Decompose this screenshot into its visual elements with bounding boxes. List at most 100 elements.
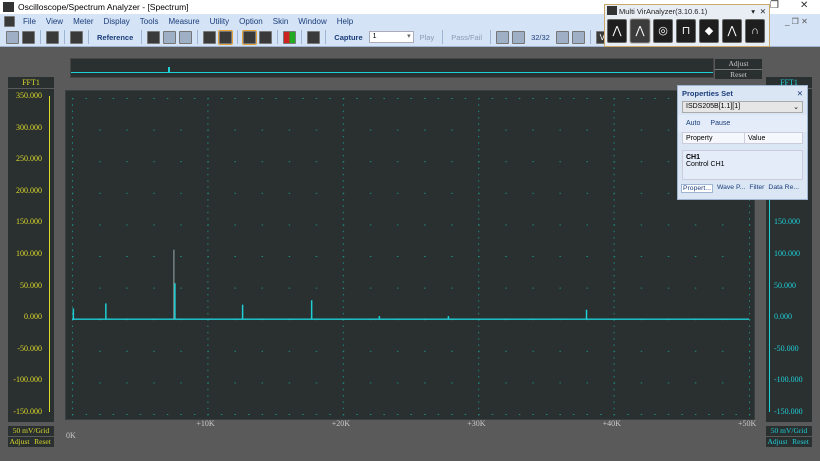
close-icon[interactable]: ✕ — [797, 89, 803, 98]
device-select[interactable]: ISDS205B[1.1][1] ⌄ — [682, 101, 803, 113]
play-button[interactable]: Play — [420, 33, 435, 42]
grid-dot — [180, 161, 182, 163]
grid-dot — [342, 237, 344, 239]
hammer-icon[interactable] — [46, 30, 59, 44]
grid-dot — [532, 256, 534, 257]
grid-dot — [613, 344, 615, 346]
save-icon[interactable] — [22, 30, 35, 44]
tab-2[interactable]: Filter — [749, 184, 764, 193]
left-y-axis[interactable]: 350.000 300.000 250.000 200.000 150.000 100.0… — [8, 89, 54, 422]
first-frame-icon[interactable] — [496, 30, 510, 44]
grid-dot — [72, 293, 73, 296]
grid-dot — [749, 401, 750, 403]
grid-dot — [667, 350, 670, 352]
grid-dot — [721, 350, 724, 352]
menu-window[interactable]: Window — [298, 17, 326, 26]
dropdown-icon[interactable]: ▾ — [751, 7, 755, 16]
grid-dot — [342, 224, 344, 226]
menu-option[interactable]: Option — [239, 17, 263, 26]
grid-dot — [207, 350, 209, 353]
grid-dot — [234, 414, 236, 415]
app-logo-icon — [3, 2, 14, 12]
left-adjust-button[interactable]: Adjust — [8, 437, 31, 447]
mdi-controls-icon[interactable]: _ ❐ ✕ — [785, 17, 808, 26]
grid-dot — [207, 388, 209, 391]
grid-dot — [613, 110, 615, 113]
menu-measure[interactable]: Measure — [168, 17, 199, 26]
grid-dot — [491, 414, 494, 415]
overview-peak — [168, 67, 170, 72]
measure-icon[interactable] — [218, 29, 234, 45]
grid-dot — [315, 224, 318, 226]
doc-icon[interactable] — [4, 15, 15, 27]
grid-dot — [613, 287, 615, 290]
grid-dot — [261, 287, 264, 289]
y-tick-label: -150.000 — [774, 407, 803, 416]
capture-select[interactable]: 1 ▾ — [368, 31, 414, 43]
prev-frame-icon[interactable] — [512, 30, 526, 44]
menu-file[interactable]: File — [23, 17, 36, 26]
spectrum-icon[interactable]: ⋀ — [607, 19, 627, 43]
pause-button[interactable]: Pause — [710, 120, 730, 127]
tab-3[interactable]: Data Re... — [768, 184, 799, 193]
passfail-button[interactable]: Pass/Fail — [451, 33, 482, 42]
menu-display[interactable]: Display — [104, 17, 130, 26]
auto-button[interactable]: Auto — [686, 120, 700, 127]
grid-dot — [234, 192, 236, 194]
pulse-icon[interactable]: ∩ — [745, 19, 765, 43]
value-column-header: Value — [748, 135, 766, 142]
next-frame-icon[interactable] — [555, 30, 569, 44]
menu-help[interactable]: Help — [337, 17, 353, 26]
menu-view[interactable]: View — [46, 17, 63, 26]
right-adjust-button[interactable]: Adjust — [766, 437, 789, 447]
grid-dot — [342, 218, 344, 220]
stop-icon[interactable] — [259, 30, 273, 44]
grid-dot — [72, 344, 73, 346]
tab-1[interactable]: Wave P... — [717, 184, 745, 193]
grid-dot — [72, 123, 73, 125]
left-reset-button[interactable]: Reset — [31, 437, 54, 447]
grid-dot — [478, 161, 480, 163]
open-icon[interactable] — [6, 30, 19, 44]
burst-icon[interactable]: ◆ — [699, 19, 719, 43]
reference-button[interactable]: Reference — [97, 33, 133, 42]
phase-icon[interactable]: ◎ — [653, 19, 673, 43]
grid-dot — [207, 274, 209, 277]
menu-utility[interactable]: Utility — [210, 17, 230, 26]
menu-tools[interactable]: Tools — [140, 17, 159, 26]
grid-dot — [478, 199, 480, 201]
close-icon[interactable]: ✕ — [760, 7, 766, 16]
decay-icon[interactable]: ⋀ — [722, 19, 742, 43]
grid-dot — [356, 414, 358, 415]
restore-icon[interactable]: ❐ — [770, 0, 779, 11]
grid-dot — [478, 401, 480, 403]
print-icon[interactable] — [307, 30, 321, 44]
grid-dot — [153, 256, 155, 257]
grid-dot — [342, 382, 344, 384]
settings-icon[interactable] — [147, 30, 161, 44]
menu-meter[interactable]: Meter — [73, 17, 93, 26]
overview-reset-button[interactable]: Reset — [715, 69, 762, 79]
grid-dot — [613, 237, 615, 239]
grid-dot — [749, 407, 750, 410]
grid-dot — [302, 98, 304, 99]
grid-icon[interactable] — [179, 30, 193, 44]
color-icon[interactable] — [283, 30, 297, 44]
right-reset-button[interactable]: Reset — [789, 437, 812, 447]
overview-strip[interactable] — [70, 58, 714, 78]
grid-dot — [207, 300, 209, 302]
last-frame-icon[interactable] — [571, 30, 585, 44]
line-icon[interactable] — [242, 29, 258, 45]
spectrum-2-icon[interactable]: ⋀ — [629, 18, 651, 44]
probe-icon[interactable] — [203, 30, 217, 44]
square-wave-icon[interactable]: ⊓ — [676, 19, 696, 43]
help-icon[interactable] — [70, 30, 83, 44]
close-icon[interactable]: ✕ — [800, 0, 808, 11]
tab-0[interactable]: Propert... — [681, 184, 713, 193]
spectrum-plot[interactable] — [65, 90, 755, 420]
grid-dot — [451, 382, 453, 384]
menu-skin[interactable]: Skin — [273, 17, 289, 26]
columns-icon[interactable] — [163, 30, 177, 44]
overview-adjust-button[interactable]: Adjust — [715, 59, 762, 69]
grid-dot — [342, 357, 344, 359]
